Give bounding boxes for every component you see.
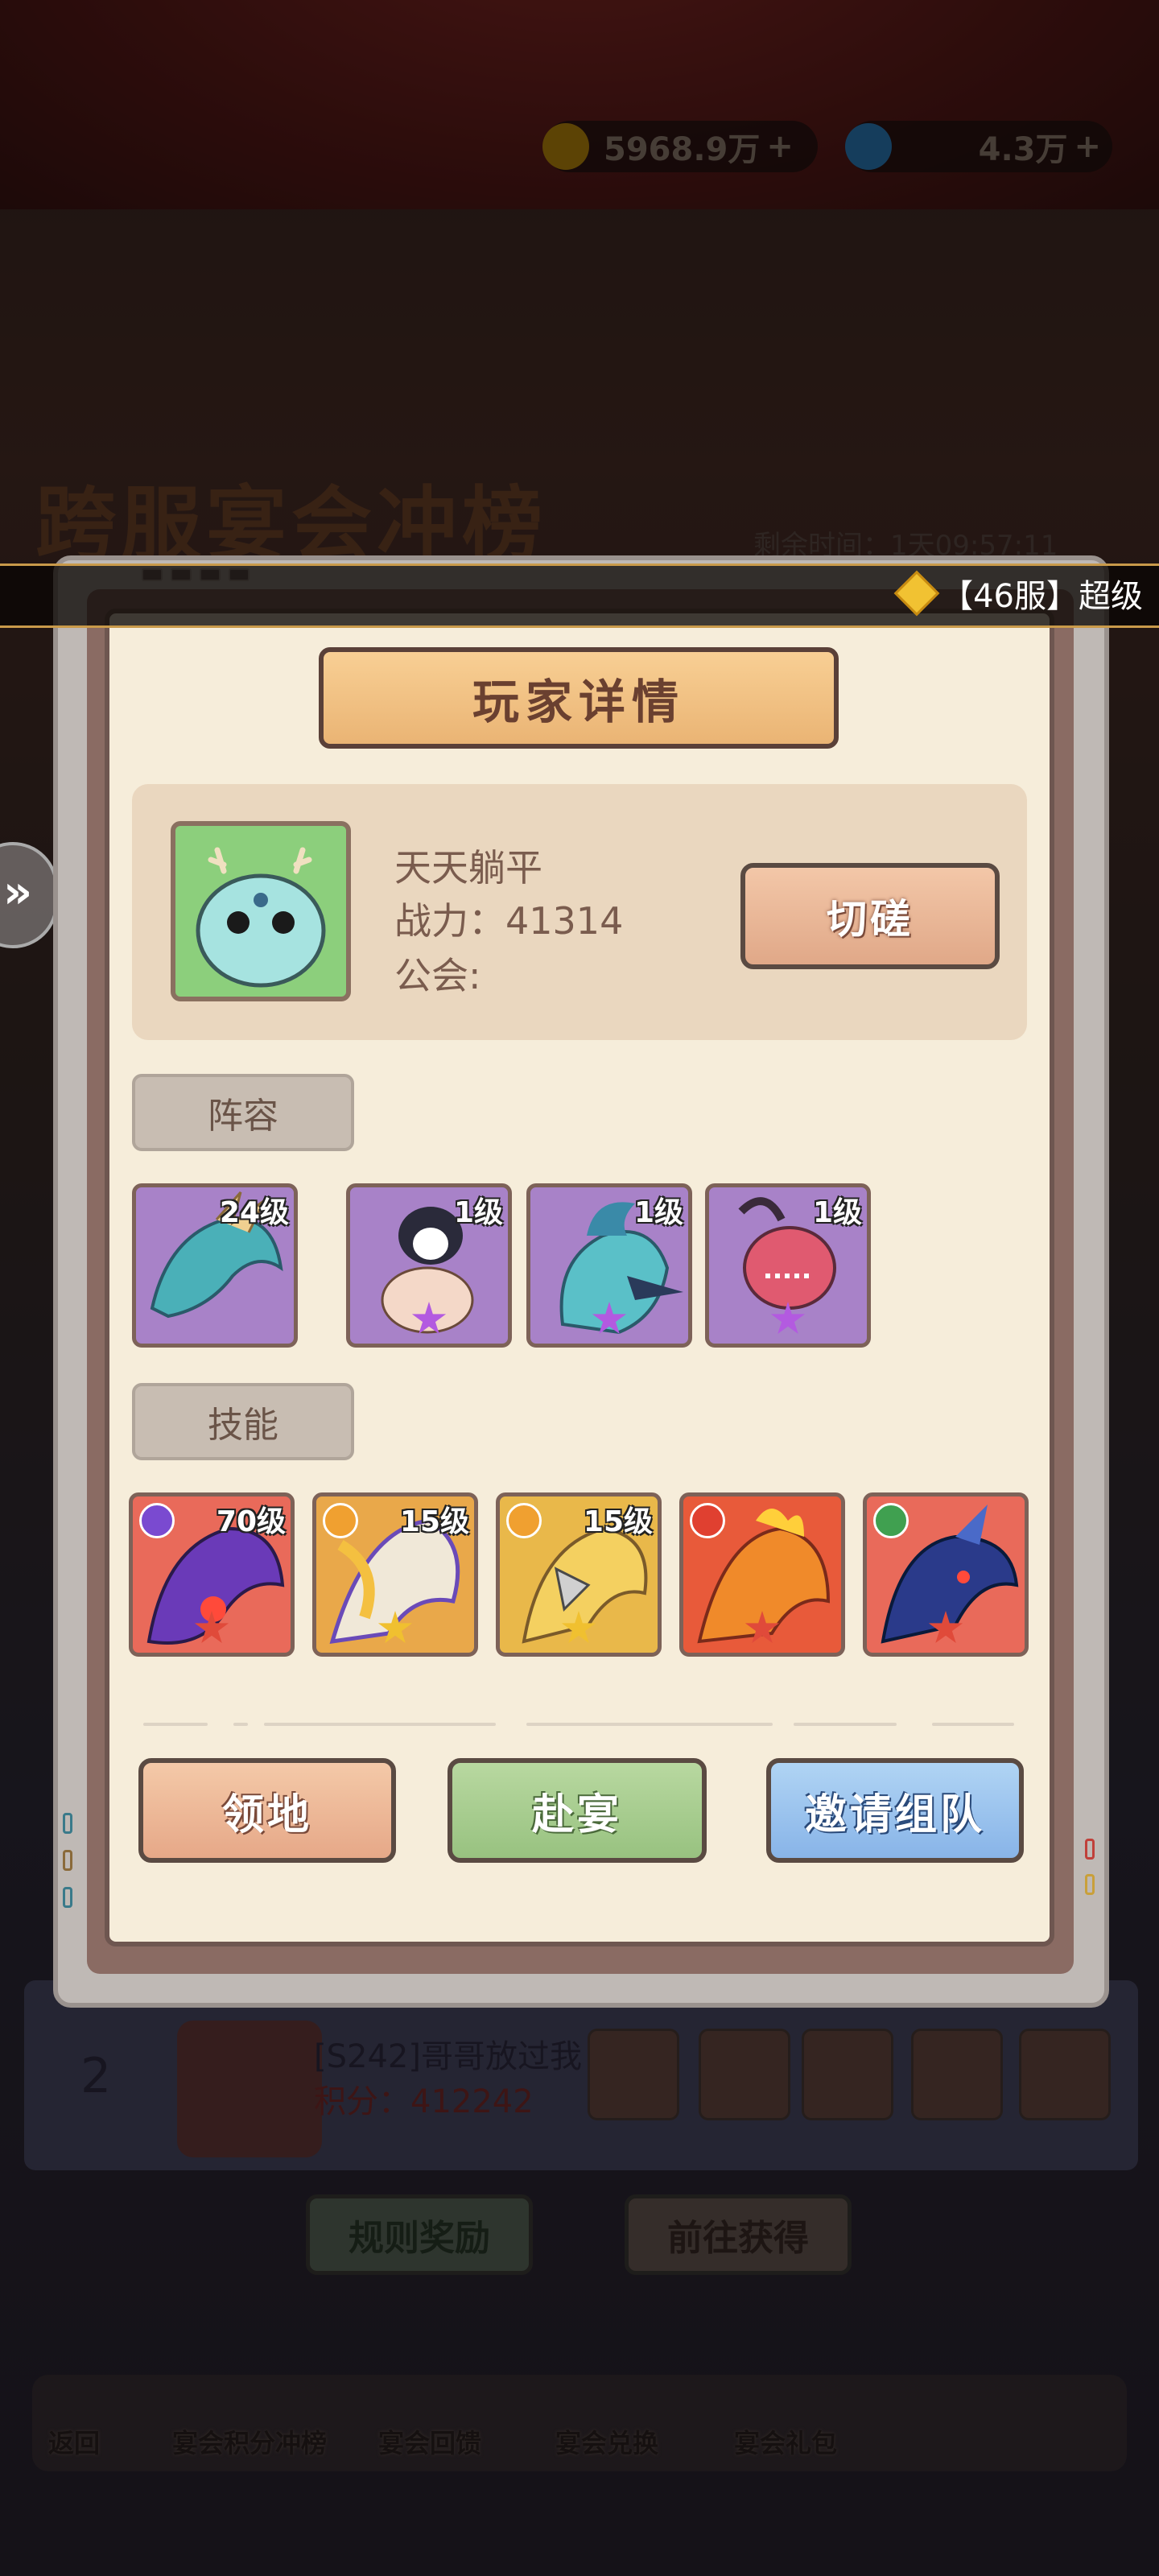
player-name: 天天躺平 [394, 846, 542, 890]
frame-bolt [63, 1813, 72, 1834]
skill-card[interactable] [863, 1492, 1029, 1657]
double-chevron-icon[interactable]: » [3, 866, 32, 919]
skill-level: 15级 [399, 1505, 469, 1538]
divider [794, 1723, 897, 1726]
divider [932, 1723, 1014, 1726]
unit-level: 24级 [219, 1196, 289, 1229]
spar-button[interactable]: 切磋 [740, 863, 1000, 969]
skills-label: 技能 [132, 1383, 354, 1460]
dialog-title: 玩家详情 [319, 647, 839, 749]
territory-button[interactable]: 领地 [138, 1758, 396, 1863]
diamond-icon [893, 570, 940, 617]
divider [233, 1723, 248, 1726]
frame-bolt [63, 1850, 72, 1871]
lineup-unit[interactable]: 24级 [132, 1183, 298, 1348]
lineup-unit[interactable]: 1级 [346, 1183, 512, 1348]
frame-bolt [1085, 1874, 1095, 1895]
invite-team-button[interactable]: 邀请组队 [766, 1758, 1024, 1863]
unit-level: 1级 [812, 1196, 862, 1229]
lineup-label: 阵容 [132, 1074, 354, 1151]
sun-element-icon [323, 1503, 358, 1538]
player-avatar[interactable] [171, 821, 351, 1001]
moon-element-icon [139, 1503, 175, 1538]
frame-bolt [1085, 1839, 1095, 1860]
skill-level: 70级 [216, 1505, 286, 1538]
divider [264, 1723, 496, 1726]
divider [526, 1723, 773, 1726]
fire-element-icon [690, 1503, 725, 1538]
player-guild: 公会: [394, 954, 481, 997]
skill-level: 15级 [583, 1505, 653, 1538]
skill-card[interactable] [679, 1492, 845, 1657]
leaf-element-icon [873, 1503, 909, 1538]
player-power: 战力：41314 [394, 899, 624, 943]
attend-feast-button[interactable]: 赴宴 [448, 1758, 707, 1863]
divider [143, 1723, 208, 1726]
lineup-unit[interactable]: 1级 [526, 1183, 692, 1348]
slime-dragon-icon [196, 847, 326, 988]
sun-element-icon [506, 1503, 542, 1538]
unit-level: 1级 [453, 1196, 503, 1229]
frame-bolt [63, 1887, 72, 1908]
skill-card[interactable]: 15级 [496, 1492, 662, 1657]
skill-card[interactable]: 15级 [312, 1492, 478, 1657]
marquee-text: 【46服】超级 [941, 578, 1143, 615]
unit-level: 1级 [633, 1196, 683, 1229]
lineup-unit[interactable]: 1级 [705, 1183, 871, 1348]
skill-card[interactable]: 70级 [129, 1492, 295, 1657]
marquee-content: 【46服】超级 [893, 570, 1143, 617]
